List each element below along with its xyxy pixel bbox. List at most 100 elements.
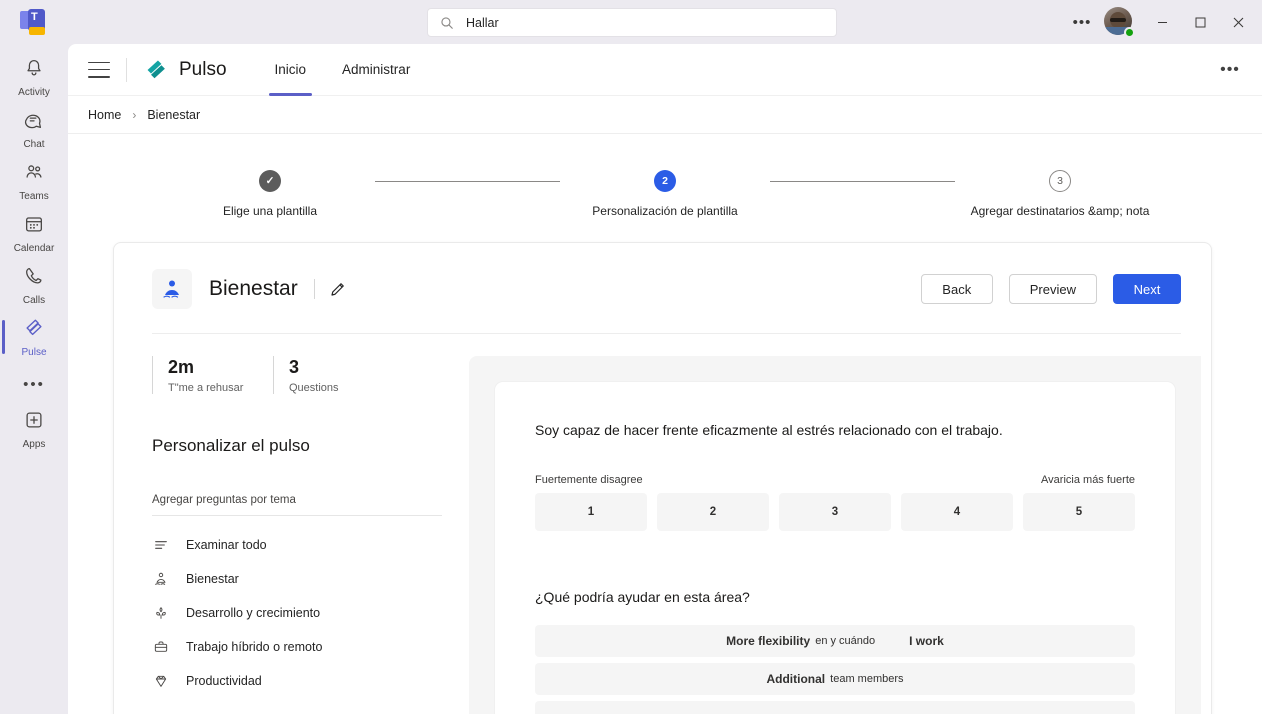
- step-3-marker: 3: [1049, 170, 1071, 192]
- stat-label: Questions: [289, 382, 378, 394]
- teams-logo-icon: T: [20, 9, 46, 35]
- header-divider: [126, 58, 127, 82]
- sidebar-item-chat[interactable]: Chat: [0, 104, 68, 154]
- question-2-text: ¿Qué podría ayudar en esta área?: [535, 589, 1135, 605]
- page-title: Pulso: [179, 59, 227, 81]
- choice-rest: en y cuándo: [815, 635, 875, 647]
- breadcrumb-home[interactable]: Home: [88, 108, 121, 122]
- scale-option-4[interactable]: 4: [901, 493, 1013, 531]
- sidebar-item-label: Teams: [19, 191, 48, 202]
- sidebar-overflow-icon[interactable]: •••: [0, 364, 68, 404]
- choice-strong: More flexibility: [726, 634, 810, 648]
- choice-option-2[interactable]: Additional team members: [535, 663, 1135, 695]
- step-1-label: Elige una plantilla: [223, 204, 317, 218]
- list-item-label: Bienestar: [186, 572, 239, 586]
- scale-option-2[interactable]: 2: [657, 493, 769, 531]
- hamburger-icon[interactable]: [88, 62, 110, 78]
- avatar[interactable]: [1104, 7, 1134, 37]
- page-scroll-area: ✓ Elige una plantilla 2 Personalización …: [68, 134, 1262, 714]
- pencil-icon[interactable]: [329, 280, 347, 298]
- ellipsis-icon[interactable]: •••: [1066, 6, 1098, 38]
- sidebar-item-apps[interactable]: Apps: [0, 404, 68, 454]
- maximize-button[interactable]: [1182, 6, 1218, 38]
- window-body: Activity Chat Teams Calendar: [0, 44, 1262, 714]
- stat-label: T"me a rehusar: [168, 382, 257, 394]
- breadcrumb: Home › Bienestar: [68, 96, 1262, 134]
- list-item-productividad[interactable]: Productividad: [152, 664, 459, 698]
- app-header: Pulso Inicio Administrar •••: [68, 44, 1262, 96]
- window-titlebar: T Hallar •••: [0, 0, 1262, 44]
- sidebar-item-label: Activity: [18, 87, 50, 98]
- chat-icon: [23, 109, 45, 136]
- stat-questions: 3 Questions: [273, 356, 378, 394]
- question-1-text: Soy capaz de hacer frente eficazmente al…: [535, 420, 1135, 440]
- step-1-marker: ✓: [259, 170, 281, 192]
- tab-administrar[interactable]: Administrar: [324, 44, 428, 96]
- list-item-label: Desarrollo y crecimiento: [186, 606, 320, 620]
- topic-list: Examinar todo Bienestar: [152, 528, 459, 698]
- search-input-text[interactable]: Hallar: [466, 16, 499, 30]
- stat-duration: 2m T"me a rehusar: [152, 356, 257, 394]
- card-action-buttons: Back Preview Next: [921, 274, 1181, 304]
- template-title: Bienestar: [209, 277, 298, 301]
- search-bar[interactable]: Hallar: [427, 8, 837, 37]
- customization-panel: 2m T"me a rehusar 3 Questions Personaliz…: [114, 356, 459, 714]
- stat-value: 3: [289, 356, 378, 378]
- template-customization-card: Bienestar Back Preview Next: [113, 242, 1212, 714]
- diamond-icon: [152, 672, 170, 690]
- presence-badge-available: [1124, 27, 1135, 38]
- minimize-button[interactable]: [1144, 6, 1180, 38]
- preview-button[interactable]: Preview: [1009, 274, 1097, 304]
- title-divider: [314, 279, 315, 299]
- titlebar-right-controls: •••: [1066, 6, 1262, 38]
- panel-subtitle: Agregar preguntas por tema: [152, 494, 442, 516]
- card-body: 2m T"me a rehusar 3 Questions Personaliz…: [114, 334, 1211, 714]
- preview-panel: Soy capaz de hacer frente eficazmente al…: [469, 356, 1201, 714]
- choice-strong: Additional: [766, 672, 825, 686]
- step-2-label: Personalización de plantilla: [592, 204, 737, 218]
- scale-label-right: Avaricia más fuerte: [1041, 474, 1135, 486]
- next-button[interactable]: Next: [1113, 274, 1181, 304]
- sidebar-item-label: Pulse: [21, 347, 46, 358]
- scale-option-1[interactable]: 1: [535, 493, 647, 531]
- scale-option-3[interactable]: 3: [779, 493, 891, 531]
- app-header-more-icon[interactable]: •••: [1214, 54, 1246, 86]
- sidebar-item-label: Calls: [23, 295, 45, 306]
- wellbeing-icon: [152, 570, 170, 588]
- sidebar-item-calls[interactable]: Calls: [0, 260, 68, 310]
- list-item-desarrollo[interactable]: Desarrollo y crecimiento: [152, 596, 459, 630]
- list-item-label: Productividad: [186, 674, 262, 688]
- step-1[interactable]: ✓ Elige una plantilla: [165, 170, 375, 218]
- wellbeing-icon: [152, 269, 192, 309]
- sidebar-item-calendar[interactable]: Calendar: [0, 208, 68, 258]
- app-rail: Activity Chat Teams Calendar: [0, 44, 68, 714]
- main-content: Pulso Inicio Administrar ••• Home › Bien…: [68, 44, 1262, 714]
- step-connector-1: [375, 181, 560, 183]
- list-item-trabajo-hibrido[interactable]: Trabajo híbrido o remoto: [152, 630, 459, 664]
- tab-inicio[interactable]: Inicio: [257, 44, 325, 96]
- step-3[interactable]: 3 Agregar destinatarios &amp; nota: [955, 170, 1165, 218]
- sidebar-item-teams[interactable]: Teams: [0, 156, 68, 206]
- step-2-marker: 2: [654, 170, 676, 192]
- choice-option-1[interactable]: More flexibility en y cuándo I work: [535, 625, 1135, 657]
- scale-option-5[interactable]: 5: [1023, 493, 1135, 531]
- back-button[interactable]: Back: [921, 274, 993, 304]
- pulse-logo-icon: [143, 57, 169, 83]
- bell-icon: [23, 57, 45, 84]
- sidebar-item-label: Calendar: [14, 243, 55, 254]
- close-button[interactable]: [1220, 6, 1256, 38]
- search-icon: [440, 16, 454, 30]
- question-preview-card: Soy capaz de hacer frente eficazmente al…: [495, 382, 1175, 714]
- sidebar-item-pulse[interactable]: Pulse: [0, 312, 68, 362]
- apps-plus-icon: [23, 409, 45, 436]
- list-item-label: Trabajo híbrido o remoto: [186, 640, 322, 654]
- step-2[interactable]: 2 Personalización de plantilla: [560, 170, 770, 218]
- list-item-bienestar[interactable]: Bienestar: [152, 562, 459, 596]
- wizard-stepper: ✓ Elige una plantilla 2 Personalización …: [68, 142, 1262, 228]
- sidebar-item-activity[interactable]: Activity: [0, 52, 68, 102]
- briefcase-icon: [152, 638, 170, 656]
- list-item-browse-all[interactable]: Examinar todo: [152, 528, 459, 562]
- choice-option-3[interactable]: [535, 701, 1135, 714]
- chevron-right-icon: ›: [132, 108, 136, 122]
- likert-scale: 1 2 3 4 5: [535, 493, 1135, 531]
